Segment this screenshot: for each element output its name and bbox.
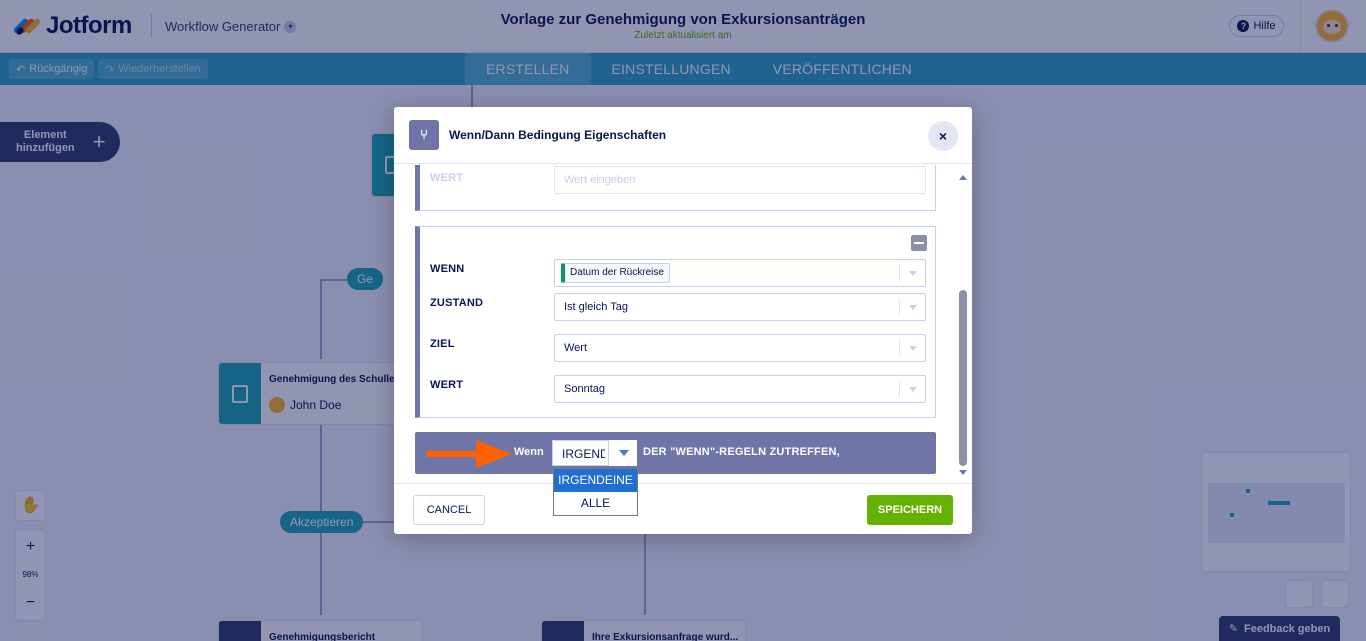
scroll-down-icon[interactable] [959,470,967,475]
condition-block-2: WENN Datum der Rückreise ZUSTAND Ist gle… [415,226,936,418]
rule-description: DER "WENN"-REGELN ZUTREFFEN, [643,446,840,458]
chevron-down-icon [899,380,925,398]
rule-wenn-label: Wenn [514,446,544,458]
condition-block-1: WERT Wert eingeben [415,165,936,211]
annotation-arrow-icon [426,440,512,468]
field-chip: Datum der Rückreise [561,263,670,283]
modal-body[interactable]: WERT Wert eingeben WENN Datum der Rückre… [394,165,972,483]
modal-header: ⑂ Wenn/Dann Bedingung Eigenschaften × [394,107,972,164]
scroll-up-icon[interactable] [959,175,967,180]
match-type-select[interactable]: IRGENDEINE [552,440,637,466]
zustand-label: ZUSTAND [430,297,484,309]
close-button[interactable]: × [928,121,958,151]
match-type-value: IRGENDEINE [562,447,605,461]
zustand-select[interactable]: Ist gleich Tag [554,293,926,321]
wenn-label: WENN [430,263,465,275]
save-button[interactable]: SPEICHERN [867,495,953,525]
condition-icon: ⑂ [409,120,439,150]
condition-properties-modal: ⑂ Wenn/Dann Bedingung Eigenschaften × WE… [394,107,972,534]
wert-select[interactable]: Sonntag [554,375,926,403]
chevron-down-icon [899,264,925,282]
match-type-dropdown: IRGENDEINE ALLE [553,468,638,516]
dropdown-option-alle[interactable]: ALLE [554,492,637,515]
remove-condition-button[interactable] [911,235,927,251]
wert-label: WERT [430,379,464,391]
wenn-field-select[interactable]: Datum der Rückreise [554,259,926,287]
chevron-down-icon [899,339,925,357]
dropdown-option-irgendeine[interactable]: IRGENDEINE [554,469,637,492]
ziel-label: ZIEL [430,338,455,350]
cancel-button[interactable]: CANCEL [413,495,485,525]
chevron-down-icon[interactable] [608,440,637,466]
wert-input[interactable]: Wert eingeben [554,166,926,194]
wert-label: WERT [430,172,464,184]
modal-title: Wenn/Dann Bedingung Eigenschaften [449,128,667,142]
ziel-select[interactable]: Wert [554,334,926,362]
modal-footer: CANCEL SPEICHERN [394,483,972,534]
chevron-down-icon [899,298,925,316]
modal-scrollbar[interactable] [957,173,969,475]
scrollbar-thumb[interactable] [959,290,967,466]
